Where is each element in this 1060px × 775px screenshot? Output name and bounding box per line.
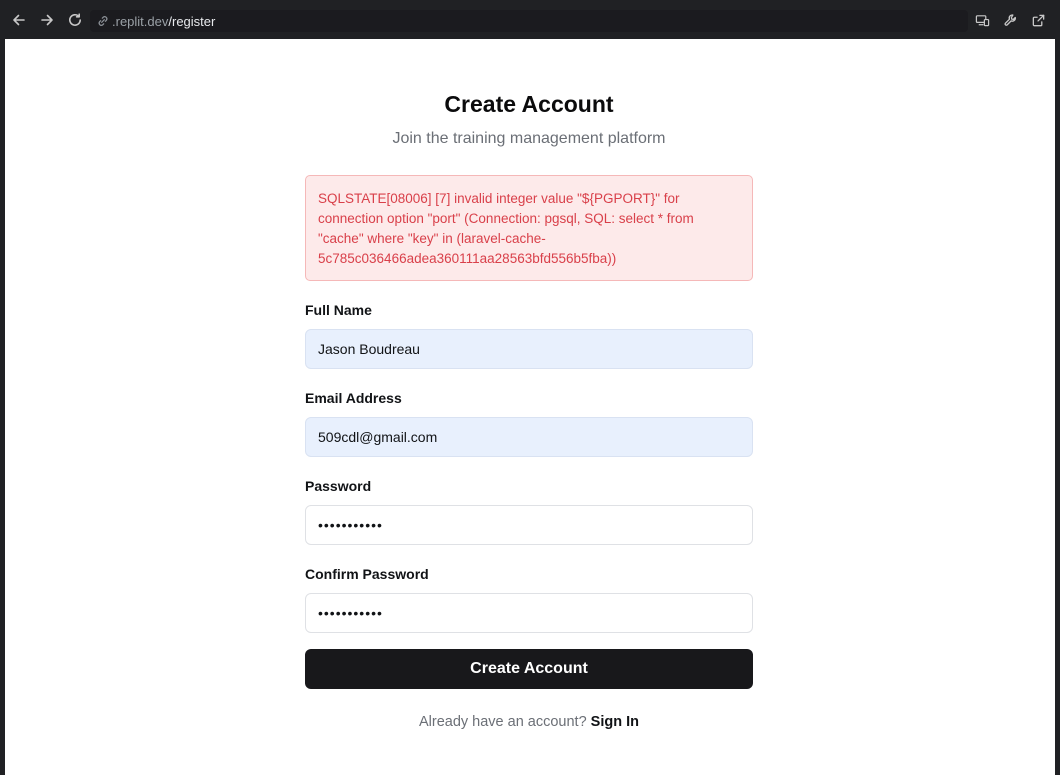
error-alert: SQLSTATE[08006] [7] invalid integer valu… xyxy=(305,175,753,281)
signin-prompt: Already have an account? Sign In xyxy=(305,714,753,730)
forward-arrow-icon[interactable] xyxy=(36,9,58,31)
browser-chrome: .replit.dev/register xyxy=(0,0,1060,39)
open-external-icon[interactable] xyxy=(1028,9,1048,31)
page-subtitle: Join the training management platform xyxy=(392,130,666,147)
browser-actions xyxy=(972,9,1048,31)
email-label: Email Address xyxy=(305,390,402,406)
reload-icon[interactable] xyxy=(64,9,86,31)
url-path: /register xyxy=(168,13,216,29)
wrench-icon[interactable] xyxy=(1000,9,1020,31)
page-viewport: Create Account Join the training managem… xyxy=(5,39,1055,775)
confirm-password-label: Confirm Password xyxy=(305,566,429,582)
link-icon xyxy=(96,14,110,28)
devices-icon[interactable] xyxy=(972,9,992,31)
email-input[interactable] xyxy=(305,417,753,457)
password-label: Password xyxy=(305,478,372,494)
back-arrow-icon[interactable] xyxy=(8,9,30,31)
password-input[interactable] xyxy=(305,505,753,545)
url-host: .replit.dev xyxy=(112,13,169,29)
address-bar[interactable]: .replit.dev/register xyxy=(90,10,968,32)
signin-prompt-text: Already have an account? xyxy=(418,714,587,730)
confirm-password-input[interactable] xyxy=(305,593,753,633)
full-name-label: Full Name xyxy=(305,302,372,318)
create-account-button[interactable]: Create Account xyxy=(305,649,753,689)
sign-in-link[interactable]: Sign In xyxy=(591,714,639,730)
full-name-input[interactable] xyxy=(305,329,753,369)
page-title: Create Account xyxy=(444,91,614,117)
